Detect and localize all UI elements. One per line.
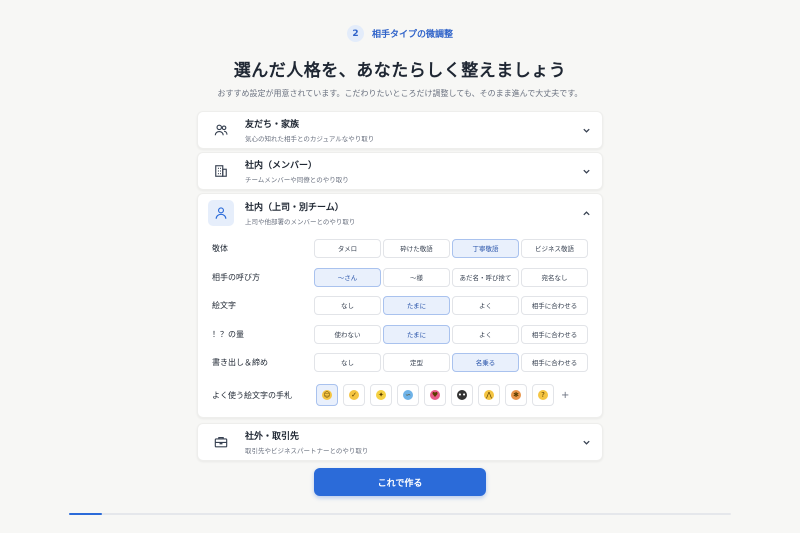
- page-subtitle: おすすめ設定が用意されています。こだわりたいところだけ調整しても、そのまま進んで…: [217, 89, 583, 98]
- smile-emoji-icon: ☺: [322, 390, 332, 400]
- party-emoji-icon: ✱: [511, 390, 521, 400]
- setting-label: よく使う絵文字の手札: [212, 390, 292, 400]
- card-internal-members[interactable]: 社内（メンバー） チームメンバーや同僚とのやり取り: [197, 152, 603, 190]
- card-header[interactable]: 社内（上司・別チーム） 上司や他部署のメンバーとのやり取り: [198, 194, 602, 232]
- emoji-button[interactable]: ⋀: [478, 384, 500, 406]
- step-indicator: 2 相手タイプの微調整: [0, 25, 800, 42]
- option-button[interactable]: なし: [314, 352, 381, 372]
- option-button[interactable]: なし: [314, 295, 381, 315]
- emoji-button[interactable]: ✦: [370, 384, 392, 406]
- option-button-selected[interactable]: たまに: [383, 295, 450, 315]
- sweat-emoji-icon: ∽: [403, 390, 413, 400]
- card-desc: 取引先やビジネスパートナーとのやり取り: [245, 447, 369, 455]
- card-desc: チームメンバーや同僚とのやり取り: [245, 176, 349, 184]
- card-friends-family[interactable]: 友だち・家族 気心の知れた相手とのカジュアルなやり取り: [197, 111, 603, 149]
- pray-emoji-icon: ⋀: [484, 390, 494, 400]
- setting-label: 書き出し＆締め: [212, 357, 268, 367]
- card-header[interactable]: 社内（メンバー） チームメンバーや同僚とのやり取り: [198, 153, 602, 189]
- thinking-emoji-icon: ?: [538, 390, 548, 400]
- chevron-up-icon[interactable]: [580, 207, 592, 219]
- segmented-control: タメロ 砕けた敬語 丁寧敬語 ビジネス敬語: [314, 238, 588, 258]
- card-internal-boss[interactable]: 社内（上司・別チーム） 上司や他部署のメンバーとのやり取り 敬体 タメロ 砕けた…: [197, 193, 603, 418]
- chevron-down-icon[interactable]: [580, 165, 592, 177]
- option-button[interactable]: 砕けた敬語: [383, 238, 450, 258]
- option-button[interactable]: 相手に合わせる: [521, 324, 588, 344]
- emoji-row: よく使う絵文字の手札 ☺ ✓ ✦ ∽ ♥ •• ⋀ ✱? +: [212, 383, 588, 407]
- option-button-selected[interactable]: 名乗る: [452, 352, 519, 372]
- segmented-control: なし たまに よく 相手に合わせる: [314, 295, 588, 315]
- page-title: 選んだ人格を、あなたらしく整えましょう: [233, 61, 567, 81]
- option-button[interactable]: 〜様: [383, 267, 450, 287]
- card-desc: 上司や他部署のメンバーとのやり取り: [245, 218, 356, 226]
- thumbs-up-emoji-icon: ✓: [349, 390, 359, 400]
- chevron-down-icon[interactable]: [580, 124, 592, 136]
- segmented-control: 使わない たまに よく 相手に合わせる: [314, 324, 588, 344]
- option-button-selected[interactable]: たまに: [383, 324, 450, 344]
- emoji-button[interactable]: ♥: [424, 384, 446, 406]
- emoji-button[interactable]: ☺: [316, 384, 338, 406]
- option-button-selected[interactable]: 丁寧敬語: [452, 238, 519, 258]
- progress-fill: [69, 513, 103, 515]
- card-external-partners[interactable]: 社外・取引先 取引先やビジネスパートナーとのやり取り: [197, 423, 603, 461]
- progress-bar: [69, 513, 731, 515]
- option-button[interactable]: あだ名・呼び捨て: [452, 267, 519, 287]
- heart-emoji-icon: ♥: [430, 390, 440, 400]
- segmented-control: 〜さん 〜様 あだ名・呼び捨て 宛名なし: [314, 267, 588, 287]
- setting-label: ！？の量: [212, 329, 244, 339]
- setting-row: 絵文字 なし たまに よく 相手に合わせる: [212, 295, 588, 315]
- setting-label: 絵文字: [212, 300, 236, 310]
- card-title: 社内（上司・別チーム）: [245, 203, 344, 213]
- sparkles-emoji-icon: ✦: [376, 390, 386, 400]
- option-button[interactable]: よく: [452, 324, 519, 344]
- setting-row: 相手の呼び方 〜さん 〜様 あだ名・呼び捨て 宛名なし: [212, 267, 588, 287]
- person-icon: [208, 200, 234, 226]
- option-button[interactable]: 使わない: [314, 324, 381, 344]
- setting-label: 敬体: [212, 243, 228, 253]
- card-header[interactable]: 社外・取引先 取引先やビジネスパートナーとのやり取り: [198, 424, 602, 460]
- step-label: 相手タイプの微調整: [371, 30, 453, 40]
- card-title: 社外・取引先: [245, 432, 300, 442]
- chevron-down-icon[interactable]: [580, 436, 592, 448]
- setting-row: 書き出し＆締め なし 定型 名乗る 相手に合わせる: [212, 352, 588, 372]
- card-header[interactable]: 友だち・家族 気心の知れた相手とのカジュアルなやり取り: [198, 112, 602, 148]
- option-button[interactable]: よく: [452, 295, 519, 315]
- option-button[interactable]: 宛名なし: [521, 267, 588, 287]
- emoji-button[interactable]: ∽: [397, 384, 419, 406]
- option-button[interactable]: タメロ: [314, 238, 381, 258]
- option-button[interactable]: 定型: [383, 352, 450, 372]
- segmented-control: なし 定型 名乗る 相手に合わせる: [314, 352, 588, 372]
- option-button[interactable]: 相手に合わせる: [521, 352, 588, 372]
- option-button-selected[interactable]: 〜さん: [314, 267, 381, 287]
- setting-row: ！？の量 使わない たまに よく 相手に合わせる: [212, 324, 588, 344]
- option-button[interactable]: ビジネス敬語: [521, 238, 588, 258]
- step-number: 2: [346, 25, 364, 42]
- emoji-button[interactable]: ?: [532, 384, 554, 406]
- emoji-button[interactable]: ••: [451, 384, 473, 406]
- option-button[interactable]: 相手に合わせる: [521, 295, 588, 315]
- card-desc: 気心の知れた相手とのカジュアルなやり取り: [245, 135, 375, 143]
- card-title: 友だち・家族: [245, 120, 300, 130]
- eyes-emoji-icon: ••: [457, 390, 467, 400]
- setting-row: 敬体 タメロ 砕けた敬語 丁寧敬語 ビジネス敬語: [212, 238, 588, 258]
- setting-label: 相手の呼び方: [212, 272, 260, 282]
- emoji-button[interactable]: ✓: [343, 384, 365, 406]
- create-button[interactable]: これで作る: [314, 468, 486, 496]
- building-icon: [208, 158, 234, 184]
- briefcase-icon: [208, 429, 234, 455]
- emoji-button[interactable]: ✱: [505, 384, 527, 406]
- card-title: 社内（メンバー）: [245, 161, 318, 171]
- people-icon: [208, 117, 234, 143]
- add-emoji-button[interactable]: +: [561, 390, 569, 401]
- emoji-palette: ☺ ✓ ✦ ∽ ♥ •• ⋀ ✱? +: [316, 384, 569, 406]
